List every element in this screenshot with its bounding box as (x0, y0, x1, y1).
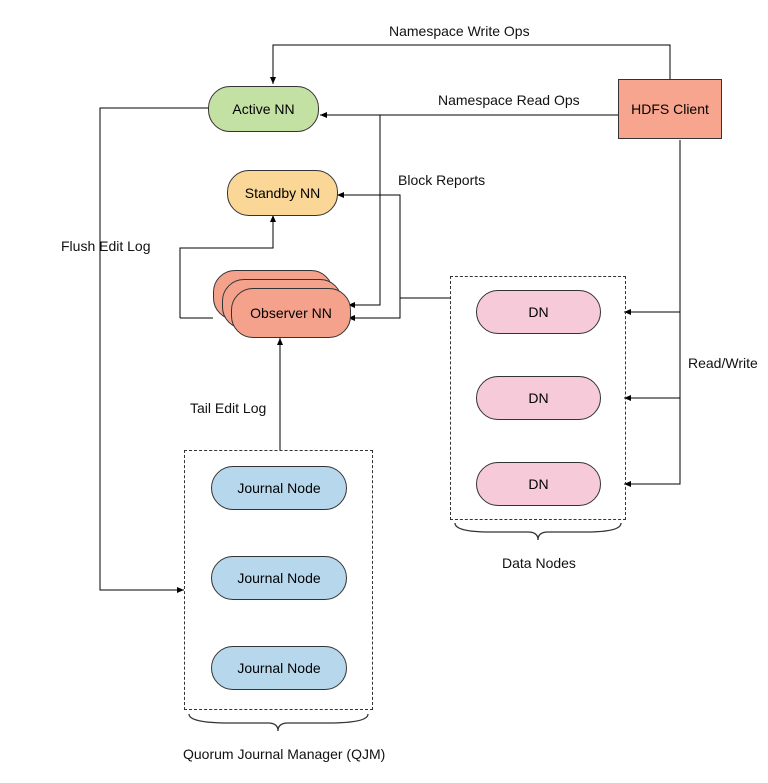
journal-node-1: Journal Node (211, 466, 347, 510)
dn-brace (450, 520, 626, 545)
journal-node-2-label: Journal Node (237, 570, 320, 586)
qjm-group-label: Quorum Journal Manager (QJM) (183, 746, 385, 762)
read-write-label: Read/Write (688, 355, 758, 371)
standby-nn-label: Standby NN (245, 185, 320, 201)
dn-1-label: DN (528, 304, 548, 320)
namespace-write-ops-label: Namespace Write Ops (389, 23, 530, 39)
observer-nn-label: Observer NN (250, 305, 332, 321)
diagram-canvas: HDFS Client Active NN Standby NN Observe… (0, 0, 768, 783)
dn-1: DN (476, 290, 601, 334)
dn-2-label: DN (528, 390, 548, 406)
tail-edit-log-label: Tail Edit Log (190, 400, 266, 416)
hdfs-client-label: HDFS Client (631, 101, 709, 117)
flush-edit-log-label: Flush Edit Log (61, 238, 151, 254)
qjm-brace (184, 711, 373, 736)
active-nn-label: Active NN (232, 101, 294, 117)
standby-nn-node: Standby NN (227, 170, 338, 216)
dn-3-label: DN (528, 476, 548, 492)
dn-2: DN (476, 376, 601, 420)
journal-node-3-label: Journal Node (237, 660, 320, 676)
journal-node-2: Journal Node (211, 556, 347, 600)
dn-3: DN (476, 462, 601, 506)
observer-nn-node: Observer NN (231, 288, 351, 338)
active-nn-node: Active NN (208, 86, 319, 132)
journal-node-1-label: Journal Node (237, 480, 320, 496)
hdfs-client-box: HDFS Client (618, 79, 722, 139)
block-reports-label: Block Reports (398, 172, 485, 188)
data-nodes-group-label: Data Nodes (502, 555, 576, 571)
journal-node-3: Journal Node (211, 646, 347, 690)
namespace-read-ops-label: Namespace Read Ops (438, 92, 580, 108)
